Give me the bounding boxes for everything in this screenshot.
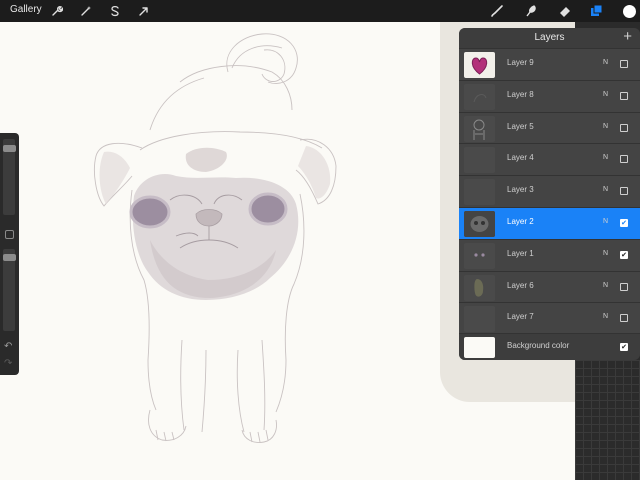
brush-size-thumb[interactable] (3, 145, 16, 152)
layer-visibility-checkbox[interactable] (620, 155, 628, 164)
layer-row[interactable]: Layer 4 N (459, 143, 640, 176)
layer-name: Layer 5 (507, 121, 534, 131)
layer-thumbnail (464, 211, 495, 237)
transform-arrow-icon[interactable] (136, 3, 152, 19)
layer-name: Layer 7 (507, 312, 534, 322)
smudge-icon[interactable] (523, 3, 539, 19)
add-layer-button[interactable]: + (623, 29, 632, 45)
background-color-label: Background color (507, 341, 570, 350)
actions-wrench-icon[interactable] (49, 3, 65, 19)
layer-thumbnail (464, 147, 495, 174)
background-color-row[interactable]: Background color ✔ (459, 333, 640, 360)
undo-icon[interactable]: ↶ (4, 341, 12, 352)
layer-visibility-checkbox[interactable] (620, 187, 628, 196)
layer-row[interactable]: Layer 9 N (459, 48, 640, 80)
top-toolbar: Gallery (0, 0, 640, 22)
layer-name: Layer 4 (507, 153, 534, 163)
layer-row[interactable]: Layer 3 N (459, 175, 640, 208)
blend-mode-button[interactable]: N (603, 154, 608, 161)
layer-row[interactable]: Layer 1 N ✔ (459, 238, 640, 271)
layer-thumbnail (464, 242, 495, 269)
brush-icon[interactable] (489, 3, 505, 19)
layer-visibility-checkbox[interactable] (620, 91, 628, 100)
layers-header: Layers + (459, 28, 640, 48)
blend-mode-button[interactable]: N (603, 313, 608, 320)
layer-visibility-checkbox[interactable] (620, 314, 628, 323)
color-swatch-icon[interactable] (621, 3, 637, 19)
opacity-slider[interactable] (3, 249, 15, 331)
layer-row[interactable]: Layer 5 N (459, 111, 640, 144)
grid-pattern (575, 360, 640, 480)
redo-icon[interactable]: ↷ (4, 358, 12, 369)
background-visibility-checkbox[interactable]: ✔ (620, 343, 628, 351)
layer-row[interactable]: Layer 6 N (459, 270, 640, 303)
eraser-icon[interactable] (557, 3, 573, 19)
layers-panel: Layers + Layer 9 N Layer 8 N Layer 5 N Layer 4… (459, 28, 640, 360)
layer-visibility-checkbox[interactable]: ✔ (620, 250, 628, 259)
left-sidebar: ↶ ↷ (0, 133, 19, 375)
blend-mode-button[interactable]: N (603, 186, 608, 193)
modify-button[interactable] (5, 230, 14, 239)
layer-name: Layer 9 (507, 58, 534, 67)
layers-title: Layers (534, 32, 565, 43)
layer-row[interactable]: Layer 8 N (459, 79, 640, 112)
layer-thumbnail (464, 179, 495, 206)
layer-name: Layer 3 (507, 185, 534, 195)
blend-mode-button[interactable]: N (603, 91, 608, 98)
layer-thumbnail (464, 83, 495, 110)
layer-name: Layer 1 (507, 248, 534, 258)
layer-name: Layer 6 (507, 280, 534, 290)
layers-icon[interactable] (589, 3, 605, 19)
adjustments-wand-icon[interactable] (78, 3, 94, 19)
layer-name: Layer 8 (507, 89, 534, 99)
selection-s-icon[interactable] (107, 3, 123, 19)
opacity-thumb[interactable] (3, 254, 16, 261)
blend-mode-button[interactable]: N (603, 282, 608, 289)
blend-mode-button[interactable]: N (603, 123, 608, 130)
layer-thumbnail (464, 274, 495, 301)
layer-visibility-checkbox[interactable] (620, 60, 628, 68)
layer-visibility-checkbox[interactable] (620, 123, 628, 132)
layer-visibility-checkbox[interactable]: ✔ (620, 219, 628, 227)
blend-mode-button[interactable]: N (603, 59, 608, 66)
layer-thumbnail (464, 306, 495, 333)
layer-thumbnail (464, 52, 495, 78)
layer-visibility-checkbox[interactable] (620, 282, 628, 291)
layer-thumbnail (464, 115, 495, 142)
layer-name: Layer 2 (507, 217, 534, 226)
blend-mode-button[interactable]: N (603, 218, 608, 225)
blend-mode-button[interactable]: N (603, 250, 608, 257)
layer-row[interactable]: Layer 7 N (459, 302, 640, 335)
gallery-button[interactable]: Gallery (10, 4, 42, 15)
background-swatch (464, 337, 495, 358)
layer-row[interactable]: Layer 2 N ✔ (459, 207, 640, 239)
